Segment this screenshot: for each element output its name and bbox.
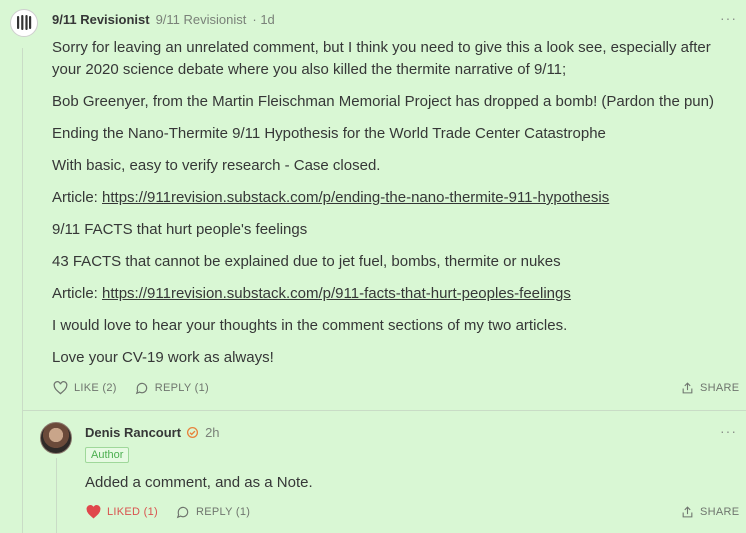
share-icon [682,382,693,394]
author-name[interactable]: Denis Rancourt [85,425,181,440]
paragraph: Love your CV-19 work as always! [52,349,274,366]
comment-icon [176,506,189,519]
paragraph: 9/11 FACTS that hurt people's feelings [52,221,308,238]
reply-actions: LIKED (1) REPLY (1) [86,505,268,519]
verified-icon [187,426,199,439]
thread-line [22,48,23,533]
share-button[interactable]: SHARE [681,381,739,395]
paragraph: Bob Greenyer, from the Martin Fleischman… [52,93,714,110]
logo-icon [17,15,32,30]
author-badge: Author [85,447,130,463]
timestamp[interactable]: · 1d [252,12,274,27]
comment-header: 9/11 Revisionist 9/11 Revisionist · 1d [52,12,275,27]
share-icon [682,506,693,518]
paragraph: Sorry for leaving an unrelated comment, … [52,39,711,78]
like-button[interactable]: LIKE (2) [53,381,117,395]
timestamp[interactable]: 2h [205,425,219,440]
paragraph: Ending the Nano-Thermite 9/11 Hypothesis… [52,125,606,142]
paragraph: Article: https://911revision.substack.co… [52,189,610,206]
heart-icon [53,381,68,395]
avatar[interactable] [10,9,38,37]
share-button[interactable]: SHARE [681,505,739,519]
heart-icon [86,505,101,519]
paragraph: 43 FACTS that cannot be explained due to… [52,253,561,270]
reply-button[interactable]: REPLY (1) [135,381,209,395]
comment-icon [135,382,147,395]
thread-line [56,458,57,533]
article-link-2[interactable]: https://911revision.substack.com/p/911-f… [102,285,571,302]
paragraph: I would love to hear your thoughts in th… [52,317,568,334]
liked-button[interactable]: LIKED (1) [86,505,158,519]
paragraph: Article: https://911revision.substack.co… [52,285,571,302]
avatar[interactable] [40,422,72,454]
author-name[interactable]: 9/11 Revisionist [52,12,150,27]
comment-body: Sorry for leaving an unrelated comment, … [52,37,740,379]
divider [22,410,746,411]
reply-button[interactable]: REPLY (1) [176,505,250,519]
more-options-icon[interactable]: ··· [720,10,737,26]
reply-body: Added a comment, and as a Note. [85,474,313,491]
paragraph: With basic, easy to verify research - Ca… [52,157,381,174]
comment-actions: LIKE (2) REPLY (1) [53,381,227,395]
reply-header: Denis Rancourt 2h [85,425,220,440]
more-options-icon[interactable]: ··· [720,423,737,439]
article-link-1[interactable]: https://911revision.substack.com/p/endin… [102,189,609,206]
author-handle[interactable]: 9/11 Revisionist [156,12,247,27]
